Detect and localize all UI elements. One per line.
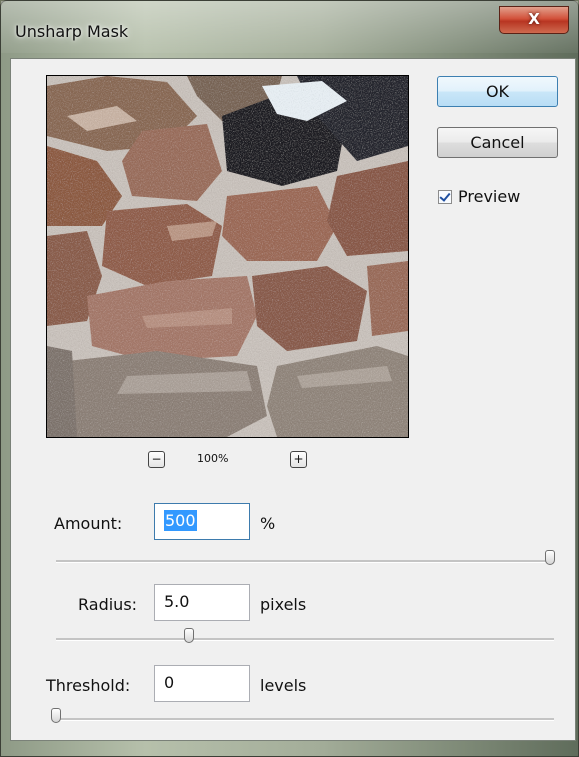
amount-field[interactable]: 500 — [154, 503, 250, 540]
dialog-content: − 100% + OK Cancel Preview Amount: 500 %… — [10, 58, 576, 741]
radius-field[interactable]: 5.0 — [154, 584, 250, 621]
radius-label: Radius: — [78, 595, 138, 614]
amount-slider-thumb[interactable] — [545, 550, 555, 565]
threshold-slider-track[interactable] — [56, 718, 554, 721]
ok-button[interactable]: OK — [437, 76, 558, 107]
preview-checkbox[interactable] — [438, 190, 452, 204]
zoom-in-button[interactable]: + — [290, 451, 307, 468]
threshold-value: 0 — [164, 673, 175, 692]
zoom-level: 100% — [197, 452, 229, 465]
threshold-slider-thumb[interactable] — [51, 708, 61, 723]
title-bar[interactable]: Unsharp Mask X — [1, 1, 578, 53]
stone-wall-preview — [47, 76, 408, 437]
threshold-unit: levels — [260, 676, 307, 695]
preview-checkbox-label[interactable]: Preview — [458, 187, 520, 206]
amount-slider-track[interactable] — [56, 560, 554, 563]
preview-image[interactable] — [46, 75, 409, 438]
amount-label: Amount: — [54, 514, 123, 533]
threshold-field[interactable]: 0 — [154, 665, 250, 702]
radius-slider-thumb[interactable] — [184, 628, 194, 643]
threshold-label: Threshold: — [46, 676, 131, 695]
radius-unit: pixels — [260, 595, 307, 614]
radius-value: 5.0 — [164, 592, 190, 611]
amount-unit: % — [260, 514, 276, 533]
amount-value: 500 — [164, 510, 197, 531]
cancel-button[interactable]: Cancel — [437, 127, 558, 158]
close-button[interactable]: X — [499, 6, 569, 34]
radius-slider-track[interactable] — [56, 638, 554, 641]
window-title: Unsharp Mask — [15, 22, 129, 41]
dialog-window: Unsharp Mask X − 100% + OK Cancel Previe… — [0, 0, 579, 757]
zoom-out-button[interactable]: − — [148, 451, 165, 468]
